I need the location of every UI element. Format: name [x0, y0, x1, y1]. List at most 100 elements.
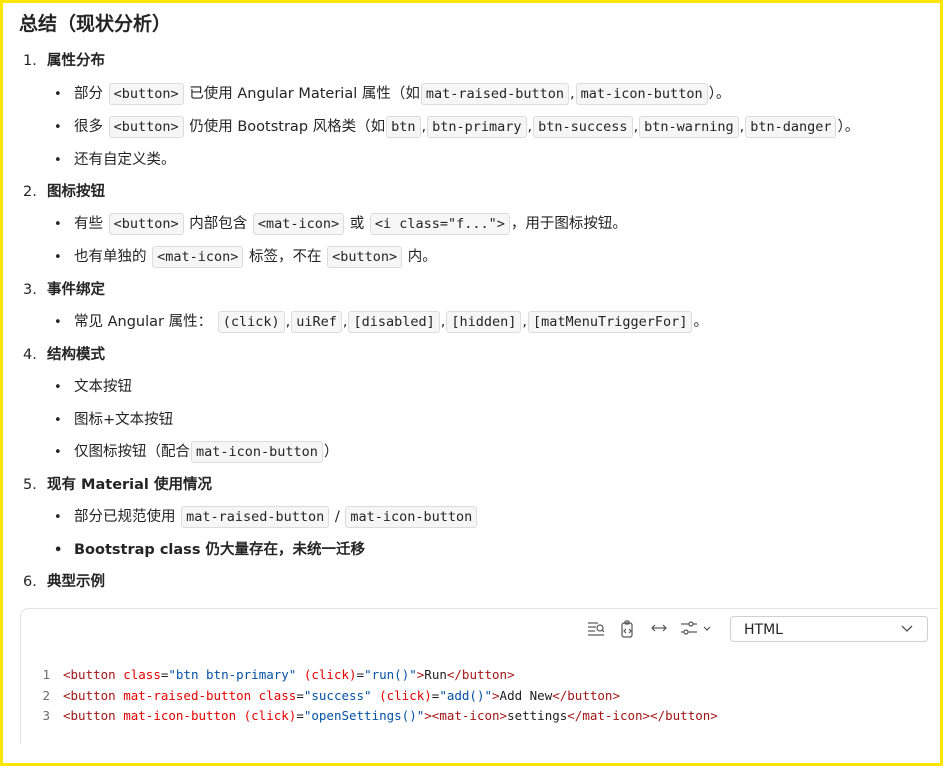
- text-span: 部分已规范使用: [74, 509, 176, 525]
- inline-code: mat-raised-button: [181, 506, 330, 528]
- inline-code: btn-success: [533, 116, 633, 138]
- inline-code: mat-icon-button: [345, 506, 478, 528]
- code-token: <button: [63, 667, 124, 682]
- settings-sliders-icon[interactable]: [679, 620, 715, 638]
- code-token: Run: [424, 667, 447, 682]
- text-span: 2.: [23, 184, 37, 200]
- code-token: (click): [296, 667, 357, 682]
- chat-response: 总结（现状分析） 1. 属性分布 • 部分 <button> 已使用 Angular…: [0, 0, 938, 760]
- code-token: </button>: [446, 667, 515, 682]
- inline-code: btn: [386, 116, 421, 138]
- line-number: 1: [42, 667, 50, 682]
- text-span: 还有自定义类。: [74, 152, 176, 168]
- list-item: • 图标+文本按钮: [54, 407, 173, 433]
- copy-code-icon[interactable]: [618, 620, 638, 638]
- inline-code: [matMenuTriggerFor]: [528, 311, 693, 333]
- inline-code: mat-raised-button: [420, 83, 570, 105]
- section-heading-1: 1. 属性分布: [23, 48, 105, 74]
- code-token: (click): [371, 687, 432, 703]
- inline-code: btn-warning: [639, 116, 739, 138]
- text-span: 已使用 Angular Material 属性（如: [189, 86, 420, 102]
- code-token: "run()": [364, 667, 417, 682]
- wrap-lines-icon[interactable]: [586, 620, 606, 638]
- section-heading-4: 4. 结构模式: [23, 342, 105, 368]
- text-span: •: [54, 543, 63, 558]
- text-span: 部分: [74, 86, 103, 102]
- code-line: 3 <button mat-icon-button (click)="openSe…: [21, 706, 718, 727]
- list-item: • Bootstrap class 仍大量存在，未统一迁移: [54, 537, 365, 563]
- list-item: • 有些 <button> 内部包含 <mat-icon> 或 <i class=…: [54, 211, 627, 237]
- code-token: mat-raised-button class: [123, 687, 297, 703]
- code-token: settings: [507, 708, 568, 723]
- code-token: =: [296, 708, 304, 723]
- code-toolbar: HTML: [21, 609, 938, 649]
- inline-code: <button>: [108, 83, 184, 105]
- text-span: ,: [522, 314, 528, 330]
- inline-code: <mat-icon>: [252, 213, 345, 235]
- code-token: =: [296, 687, 304, 703]
- code-token: mat-icon-button (click): [123, 708, 297, 723]
- list-item: • 仅图标按钮（配合 mat-icon-button）: [54, 439, 338, 465]
- text-span: 事件绑定: [47, 282, 105, 298]
- text-span: ,: [285, 314, 291, 330]
- code-token: class: [123, 667, 161, 682]
- language-select[interactable]: HTML: [730, 616, 928, 642]
- text-span: 或: [349, 216, 365, 232]
- inline-code: mat-icon-button: [191, 441, 323, 463]
- text-span: •: [54, 380, 62, 395]
- text-span: 4.: [23, 347, 37, 363]
- text-span: •: [54, 87, 62, 102]
- inline-code: <mat-icon>: [152, 246, 244, 268]
- code-line: 1 <button class = "btn btn-primary" (click)…: [21, 665, 718, 686]
- text-span: 。: [693, 314, 708, 330]
- text-span: ,: [633, 119, 639, 135]
- inline-code: <button>: [327, 246, 403, 268]
- text-span: 内。: [407, 249, 437, 265]
- list-item: • 文本按钮: [54, 374, 132, 400]
- text-span: 典型示例: [47, 574, 105, 590]
- code-token: </mat-icon></button>: [567, 708, 718, 723]
- text-span: 属性分布: [47, 53, 105, 69]
- text-span: ,: [739, 119, 745, 135]
- code-line: 2 <button mat-raised-button class="succes…: [21, 686, 718, 707]
- text-span: •: [54, 217, 62, 232]
- text-span: ）。: [708, 86, 731, 102]
- section-heading-2: 2. 图标按钮: [23, 179, 105, 205]
- page-title: 总结（现状分析）: [19, 13, 172, 35]
- line-number: 3: [42, 708, 50, 723]
- text-span: ,: [342, 314, 348, 330]
- code-token: Add New: [499, 687, 553, 703]
- code-token: "openSettings()": [303, 708, 425, 723]
- text-span: Bootstrap class 仍大量存在，未统一迁移: [74, 542, 365, 558]
- inline-code: btn-primary: [427, 116, 527, 138]
- text-span: /: [334, 509, 340, 525]
- text-span: 标签，不在: [249, 249, 322, 265]
- inline-code: <button>: [108, 116, 184, 138]
- line-number: 2: [42, 687, 50, 703]
- text-span: ,: [440, 314, 446, 330]
- text-span: 有些: [74, 216, 103, 232]
- code-token: "add()": [439, 687, 493, 703]
- text-span: 结构模式: [47, 347, 105, 363]
- code-token: "success": [303, 687, 372, 703]
- text-span: 现有 Material 使用情况: [47, 477, 212, 493]
- code-lines: 1 <button class = "btn btn-primary" (click)…: [21, 665, 718, 727]
- text-span: 图标+文本按钮: [74, 412, 174, 428]
- code-token: ><mat-icon>: [424, 708, 508, 723]
- text-span: 图标按钮: [47, 184, 105, 200]
- expand-width-icon[interactable]: [649, 620, 669, 638]
- code-token: <button: [63, 687, 124, 703]
- text-span: 3.: [23, 282, 37, 298]
- code-block: HTML 1 <button class = "btn btn-primary" (c…: [20, 608, 938, 744]
- text-span: 常见 Angular 属性：: [74, 314, 213, 330]
- text-span: •: [54, 445, 62, 460]
- list-item: • 部分已规范使用 mat-raised-button / mat-icon-bu…: [54, 504, 478, 530]
- inline-code: (click): [217, 311, 285, 333]
- list-item: • 常见 Angular 属性： (click), uiRef, [disabled]…: [54, 309, 708, 335]
- inline-code: <i class="f...">: [369, 213, 510, 235]
- code-token: "btn btn-primary": [168, 667, 297, 682]
- text-span: ）: [323, 444, 339, 460]
- inline-code: [hidden]: [446, 311, 522, 333]
- text-span: 1.: [23, 53, 37, 69]
- text-span: 5.: [23, 477, 37, 493]
